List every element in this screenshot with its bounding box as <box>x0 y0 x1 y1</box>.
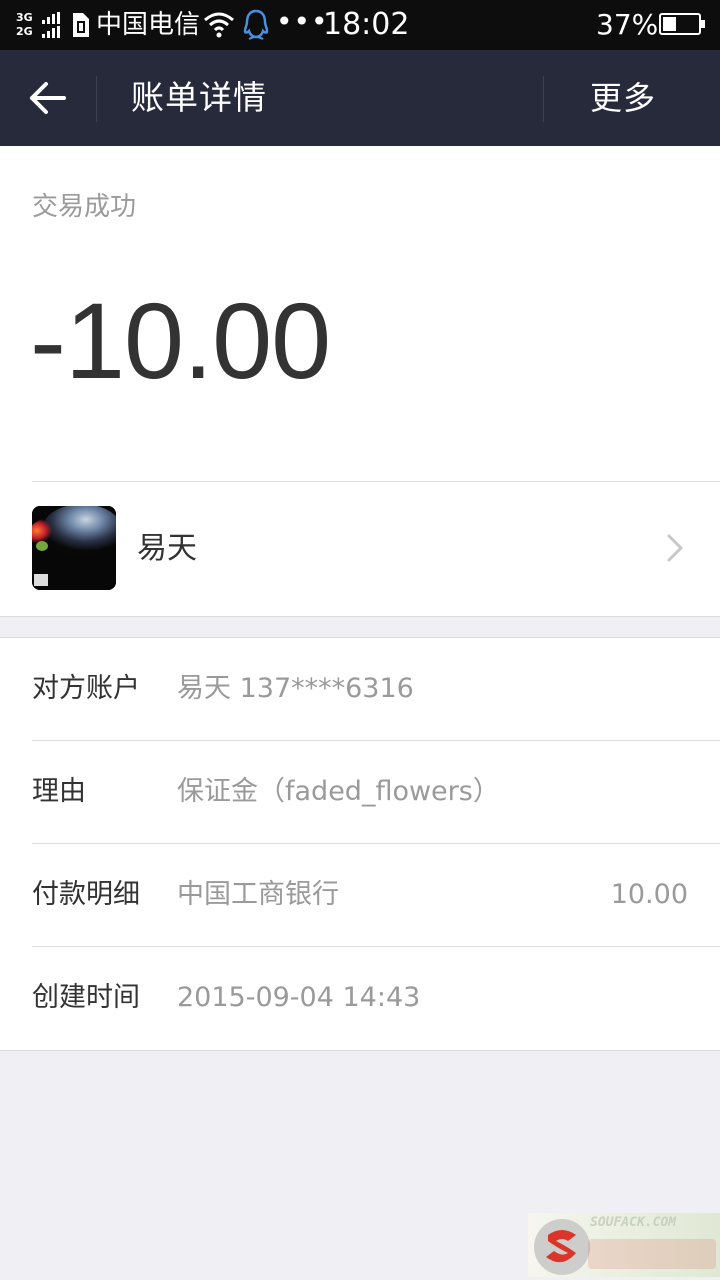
clock: 18:02 <box>323 7 410 42</box>
payee-name: 易天 <box>137 531 197 566</box>
network-type-2g: 2G <box>16 25 33 38</box>
signal-icon <box>42 12 62 38</box>
header-divider <box>543 76 544 122</box>
detail-label: 付款明细 <box>32 879 140 910</box>
page-title: 账单详情 <box>131 78 267 117</box>
detail-value: 保证金（faded_flowers） <box>177 776 500 807</box>
detail-label: 理由 <box>32 776 86 807</box>
avatar-image <box>32 506 116 590</box>
network-type: 3G 2G <box>16 11 33 39</box>
detail-row-payment: 付款明细 中国工商银行 10.00 <box>0 844 720 947</box>
battery-icon <box>659 13 705 35</box>
wifi-icon <box>204 12 234 38</box>
detail-value: 易天 137****6316 <box>177 673 414 704</box>
payee-row[interactable]: 易天 <box>0 482 720 616</box>
qq-icon <box>243 9 269 40</box>
back-arrow-icon <box>30 82 66 114</box>
detail-label: 对方账户 <box>32 673 140 704</box>
transaction-summary: 交易成功 -10.00 易天 <box>0 146 720 617</box>
detail-row-reason: 理由 保证金（faded_flowers） <box>0 741 720 844</box>
transaction-details: 对方账户 易天 137****6316 理由 保证金（faded_flowers… <box>0 637 720 1051</box>
more-notifications-icon: ••• <box>276 5 329 38</box>
detail-amount: 10.00 <box>610 879 688 910</box>
chevron-right-icon <box>667 534 683 562</box>
status-bar: 3G 2G 中国电信 ••• 18:02 37% <box>0 0 720 50</box>
carrier-name: 中国电信 <box>96 10 201 40</box>
avatar <box>32 506 116 590</box>
watermark-url: SOUFACK.COM <box>590 1215 677 1230</box>
sim-card-icon <box>73 13 89 37</box>
watermark-logo: SOUFACK.COM <box>528 1213 720 1277</box>
detail-row-account: 对方账户 易天 137****6316 <box>0 638 720 741</box>
header-divider <box>96 76 97 122</box>
more-button[interactable]: 更多 <box>590 76 680 120</box>
nav-header: 账单详情 更多 <box>0 50 720 146</box>
battery-percent: 37% <box>596 8 659 41</box>
detail-label: 创建时间 <box>32 982 140 1013</box>
network-type-3g: 3G <box>16 11 33 24</box>
detail-row-created-time: 创建时间 2015-09-04 14:43 <box>0 947 720 1050</box>
transaction-amount: -10.00 <box>30 280 331 401</box>
back-button[interactable] <box>20 68 80 128</box>
transaction-status: 交易成功 <box>32 192 137 222</box>
detail-value: 中国工商银行 <box>177 879 339 910</box>
detail-value: 2015-09-04 14:43 <box>177 982 421 1013</box>
